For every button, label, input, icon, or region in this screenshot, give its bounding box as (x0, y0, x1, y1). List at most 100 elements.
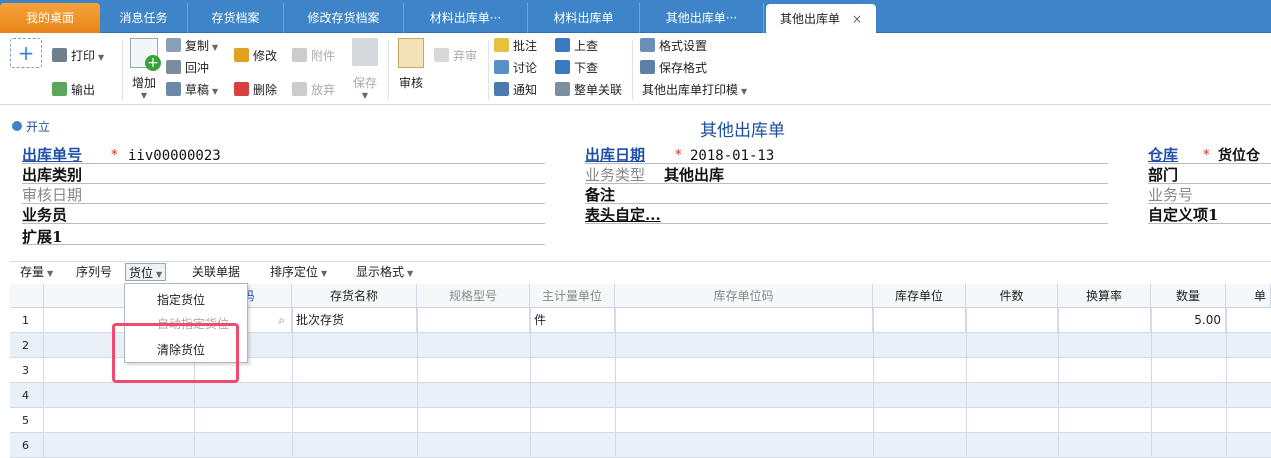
out-type-field[interactable] (100, 166, 540, 183)
tab-label: 我的桌面 (25, 11, 74, 25)
new-tab-plus-icon[interactable]: + (10, 38, 42, 68)
tab-my-desktop[interactable]: 我的桌面 (0, 3, 100, 33)
row-number: 1 (10, 308, 44, 333)
writeback-button[interactable]: 回冲 (166, 58, 209, 78)
page-title: 其他出库单 (700, 121, 785, 141)
unaudit-label: 弃审 (453, 49, 478, 63)
tab-other-out-list[interactable]: 其他出库单··· (640, 3, 764, 33)
table-row[interactable]: 6 (10, 433, 1271, 458)
print-button[interactable]: 打印 ▼ (52, 46, 104, 66)
serial-label: 序列号 (76, 265, 113, 279)
audit-date-label: 审核日期 (22, 186, 83, 204)
column-header[interactable]: 库存单位码 (615, 284, 873, 308)
status-dot-icon (12, 121, 22, 131)
spec-cell[interactable] (417, 308, 530, 333)
column-header[interactable]: 数量 (1151, 284, 1226, 308)
tab-messages[interactable]: 消息任务 (100, 3, 188, 33)
field-underline (22, 223, 545, 224)
delete-button[interactable]: 删除 (234, 80, 277, 100)
field-underline (585, 183, 1108, 184)
column-header[interactable]: 主计量单位 (530, 284, 615, 308)
table-row[interactable]: 4 (10, 383, 1271, 408)
saveformat-label: 保存格式 (659, 61, 708, 75)
ext1-field[interactable] (80, 228, 540, 244)
print-template-select[interactable]: 其他出库单打印模 ▼ (642, 80, 747, 100)
tab-material-out-list[interactable]: 材料出库单··· (404, 3, 528, 33)
full-relate-button[interactable]: 整单关联 (555, 80, 622, 100)
draft-button[interactable]: 草稿 ▼ (166, 80, 218, 100)
column-divider (1058, 308, 1059, 456)
chevron-down-icon: ▼ (212, 87, 219, 96)
stock-unit-code-cell[interactable] (615, 308, 873, 333)
biz-type-label: 业务类型 (585, 166, 646, 184)
save-format-button[interactable]: 保存格式 (640, 58, 707, 78)
modify-button[interactable]: 修改 (234, 46, 277, 66)
tab-inventory-file[interactable]: 存货档案 (188, 3, 284, 33)
copy-button[interactable]: 复制 ▼ (166, 36, 218, 56)
export-button[interactable]: 输出 (52, 80, 95, 100)
delete-label: 删除 (253, 83, 278, 97)
stock-unit-cell[interactable] (873, 308, 966, 333)
draft-label: 草稿 (185, 83, 210, 97)
unit-cell[interactable]: 件 (530, 308, 615, 333)
out-date-label[interactable]: 出库日期 (585, 145, 645, 165)
modify-label: 修改 (253, 49, 278, 63)
save-label: 保存 (352, 76, 377, 90)
warehouse-label[interactable]: 仓库 (1148, 145, 1178, 165)
qty-cell[interactable]: 5.00 (1151, 308, 1226, 333)
prev-query-button[interactable]: 上查 (555, 36, 598, 56)
close-icon[interactable]: × (852, 4, 862, 33)
fullrelate-label: 整单关联 (574, 83, 623, 97)
add-document-icon: + (130, 38, 161, 71)
stock-button[interactable]: 存量 ▼ (20, 263, 53, 281)
unaudit-icon (434, 48, 449, 62)
item-name-cell[interactable]: 批次存货 (292, 308, 417, 333)
add-button[interactable]: + 增加 ▼ (128, 38, 161, 100)
column-header[interactable]: 件数 (966, 284, 1058, 308)
column-header[interactable]: 存货名称 (292, 284, 417, 308)
sort-button[interactable]: 排序定位 ▼ (270, 263, 327, 281)
column-header[interactable]: 库存单位 (873, 284, 966, 308)
table-row[interactable]: 5 (10, 408, 1271, 433)
tab-bar: 我的桌面 消息任务 存货档案 修改存货档案 材料出库单··· 材料出库单 其他出… (0, 0, 1271, 33)
doc-no-label[interactable]: 出库单号 (22, 145, 82, 165)
row-number: 6 (10, 433, 44, 458)
column-header[interactable]: 单 (1226, 284, 1271, 308)
header-custom-label[interactable]: 表头自定... (585, 205, 661, 225)
format-icon (640, 38, 655, 52)
column-header[interactable]: 规格型号 (417, 284, 530, 308)
remark-label: 备注 (585, 186, 616, 204)
assign-location-item[interactable]: 指定货位 (125, 288, 247, 312)
clerk-field[interactable] (80, 206, 540, 223)
notify-icon (494, 82, 509, 96)
attach-button[interactable]: 附件 (292, 46, 335, 66)
audit-button[interactable]: 审核 (394, 38, 428, 91)
discuss-button[interactable]: 讨论 (494, 58, 537, 78)
tab-material-out[interactable]: 材料出库单 (528, 3, 640, 33)
save-button[interactable]: 保存 ▼ (348, 38, 382, 100)
notify-button[interactable]: 通知 (494, 80, 537, 100)
serial-button[interactable]: 序列号 (76, 263, 112, 281)
column-header[interactable]: 换算率 (1058, 284, 1151, 308)
column-divider (417, 308, 418, 456)
dept-label: 部门 (1148, 166, 1179, 184)
audit-stamp-icon (398, 38, 424, 68)
display-format-button[interactable]: 显示格式 ▼ (356, 263, 413, 281)
tab-edit-inventory-file[interactable]: 修改存货档案 (284, 3, 404, 33)
delete-icon (234, 82, 249, 96)
unaudit-button[interactable]: 弃审 (434, 46, 477, 66)
next-query-button[interactable]: 下查 (555, 58, 598, 78)
location-button[interactable]: 货位 ▼ (125, 263, 167, 281)
abandon-label: 放弃 (311, 83, 336, 97)
abandon-button[interactable]: 放弃 (292, 80, 335, 100)
remark-field[interactable] (625, 186, 1105, 203)
format-setting-button[interactable]: 格式设置 (640, 36, 707, 56)
tab-other-out[interactable]: 其他出库单 × (766, 4, 876, 33)
rate-cell[interactable] (1058, 308, 1151, 333)
related-docs-button[interactable]: 关联单据 (192, 263, 240, 281)
column-divider (615, 308, 616, 456)
tab-label: 其他出库单··· (665, 11, 738, 25)
field-underline (22, 203, 545, 204)
pieces-cell[interactable] (966, 308, 1058, 333)
annotate-button[interactable]: 批注 (494, 36, 537, 56)
